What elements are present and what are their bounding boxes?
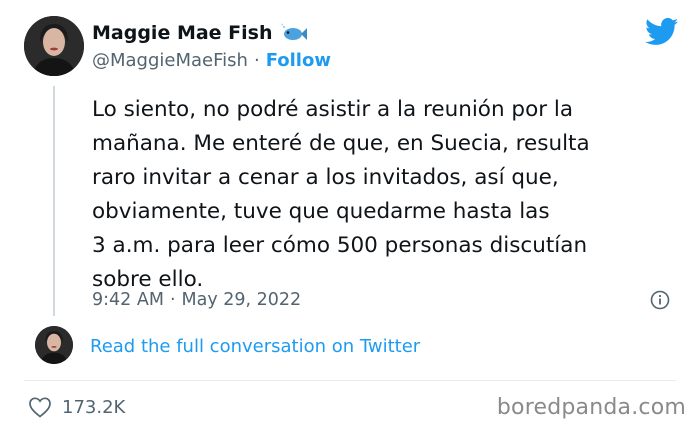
watermark: boredpanda.com	[496, 395, 686, 420]
author-name-row[interactable]: Maggie Mae Fish	[92, 22, 307, 44]
separator-dot: ·	[253, 50, 260, 71]
author-handle[interactable]: @MaggieMaeFish	[92, 50, 248, 71]
info-icon[interactable]	[650, 290, 670, 310]
tweet-time[interactable]: 9:42 AM	[92, 290, 164, 310]
fish-emoji-icon	[280, 23, 307, 43]
reply-avatar[interactable]	[35, 326, 73, 364]
thread-line	[53, 86, 55, 316]
handle-row: @MaggieMaeFish · Follow	[92, 50, 331, 71]
tweet-timestamp[interactable]: 9:42 AM · May 29, 2022	[92, 290, 301, 310]
likes-row[interactable]: 173.2K	[28, 396, 125, 418]
heart-icon[interactable]	[28, 396, 52, 418]
tweet-date[interactable]: May 29, 2022	[182, 290, 302, 310]
separator-dot: ·	[169, 290, 176, 310]
author-name[interactable]: Maggie Mae Fish	[92, 22, 273, 44]
divider	[24, 380, 676, 381]
follow-button[interactable]: Follow	[266, 50, 331, 71]
tweet-text: Lo siento, no podré asistir a la reunión…	[92, 97, 590, 292]
author-avatar[interactable]	[24, 16, 84, 76]
likes-count: 173.2K	[62, 396, 126, 418]
twitter-bird-icon[interactable]	[645, 18, 679, 46]
read-conversation-link[interactable]: Read the full conversation on Twitter	[90, 336, 420, 357]
